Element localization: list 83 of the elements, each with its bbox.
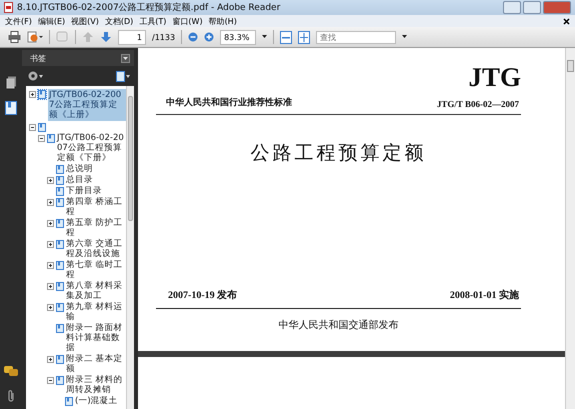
publisher: 中华人民共和国交通部发布 <box>278 318 398 332</box>
window-title: 8.10.JTGTB06-02-2007公路工程预算定额.pdf - Adobe Reader <box>17 2 282 14</box>
page-number-field[interactable]: 1 <box>118 30 146 44</box>
bookmark-icon <box>47 134 55 143</box>
menu-item[interactable]: 文件(F) <box>2 16 35 26</box>
panel-title: 书签 <box>30 52 46 64</box>
effective-date: 2008-01-01 实施 <box>450 288 519 302</box>
bookmark-icon <box>56 261 64 270</box>
document-title: 公路工程预算定额 <box>250 141 426 166</box>
expand-icon[interactable] <box>47 241 54 248</box>
bookmark-item[interactable]: 总目录 <box>66 175 126 185</box>
expand-icon[interactable] <box>29 91 36 98</box>
print-icon[interactable] <box>8 31 21 43</box>
bookmark-icon <box>56 176 64 185</box>
zoom-out-icon[interactable] <box>188 32 198 42</box>
bookmark-item[interactable]: 第六章 交通工程及沿线设施 <box>66 239 126 259</box>
bookmark-item[interactable]: 总说明 <box>66 164 126 174</box>
panel-options-icon[interactable] <box>121 54 130 62</box>
logo-text: JTG <box>468 62 521 92</box>
expand-icon[interactable] <box>47 283 54 290</box>
menu-item[interactable]: 文档(D) <box>102 16 136 26</box>
pdf-file-icon <box>4 2 13 13</box>
bookmark-icon <box>56 165 64 174</box>
bookmark-icon <box>56 355 64 364</box>
gear-icon[interactable] <box>28 71 43 81</box>
down-arrow-icon[interactable] <box>100 31 112 43</box>
bookmark-item[interactable]: 附录一 路面材料计算基础数据 <box>66 323 126 353</box>
search-field[interactable]: 查找 <box>316 30 396 44</box>
expand-icon[interactable] <box>47 220 54 227</box>
collapse-icon[interactable] <box>47 377 54 384</box>
bookmark-item[interactable]: 第九章 材料运输 <box>66 302 126 322</box>
share-icon[interactable] <box>27 31 43 43</box>
zoom-in-icon[interactable] <box>204 32 214 42</box>
bookmark-item[interactable]: 第八章 材料采集及加工 <box>66 281 126 301</box>
bookmarks-panel-icon[interactable] <box>5 101 17 115</box>
collapse-icon[interactable] <box>29 124 36 131</box>
expand-icon[interactable] <box>47 304 54 311</box>
bookmark-icon <box>56 303 64 312</box>
menu-item[interactable]: 视图(V) <box>68 16 102 26</box>
bookmark-item[interactable]: 第五章 防护工程 <box>66 218 126 238</box>
page-layout-icon[interactable] <box>280 30 292 44</box>
bookmark-icon <box>56 219 64 228</box>
paperclip-icon[interactable] <box>6 389 16 403</box>
bookmark-icon <box>56 282 64 291</box>
bookmark-item[interactable]: 附录三 材料的周转及摊销 <box>66 375 126 395</box>
dropdown-icon[interactable] <box>402 35 408 39</box>
bookmark-icon <box>56 198 64 207</box>
bookmark-item[interactable]: JTG/TB06-02-2007公路工程预算定额《下册》 <box>57 133 126 163</box>
expand-icon[interactable] <box>47 262 54 269</box>
new-bookmark-icon[interactable] <box>116 70 130 82</box>
bookmark-icon <box>38 90 46 99</box>
bookmark-icon <box>65 397 73 406</box>
close-icon[interactable] <box>563 18 570 24</box>
zoom-field[interactable]: 83.3% <box>220 30 256 44</box>
bookmark-item[interactable]: 下册目录 <box>66 186 126 196</box>
bookmark-icon <box>56 376 64 385</box>
bookmark-icon <box>38 123 46 132</box>
expand-icon[interactable] <box>47 199 54 206</box>
menu-item[interactable]: 编辑(E) <box>34 16 68 26</box>
issue-date: 2007-10-19 发布 <box>168 288 238 302</box>
bookmark-item[interactable]: JTG/TB06-02-2007公路工程预算定额《上册》 <box>48 89 126 121</box>
bookmark-icon <box>56 324 64 333</box>
bookmark-icon <box>56 240 64 249</box>
comments-icon[interactable] <box>4 366 18 377</box>
scrollbar-thumb[interactable] <box>567 60 574 72</box>
menu-item[interactable]: 帮助(H) <box>206 16 240 26</box>
menu-item[interactable]: 窗口(W) <box>169 16 206 26</box>
expand-icon[interactable] <box>47 177 54 184</box>
page-count: /1133 <box>152 32 176 42</box>
bookmark-item[interactable]: 附录二 基本定额 <box>66 354 126 374</box>
expand-icon[interactable] <box>47 356 54 363</box>
bookmark-item[interactable]: (一)混凝土 <box>75 396 126 406</box>
scrollbar-thumb[interactable] <box>128 96 133 221</box>
dropdown-icon[interactable] <box>262 35 268 39</box>
bookmark-item[interactable]: 第七章 临时工程 <box>66 260 126 280</box>
bookmark-icon <box>56 187 64 196</box>
standard-code: JTG/T B06-02—2007 <box>436 99 519 109</box>
collapse-icon[interactable] <box>38 135 45 142</box>
menu-item[interactable]: 工具(T) <box>136 16 170 26</box>
standard-category: 中华人民共和国行业推荐性标准 <box>166 96 292 109</box>
fit-page-icon[interactable] <box>298 30 310 44</box>
bookmark-item[interactable]: 第四章 桥涵工程 <box>66 197 126 217</box>
pages-icon[interactable] <box>6 76 16 89</box>
